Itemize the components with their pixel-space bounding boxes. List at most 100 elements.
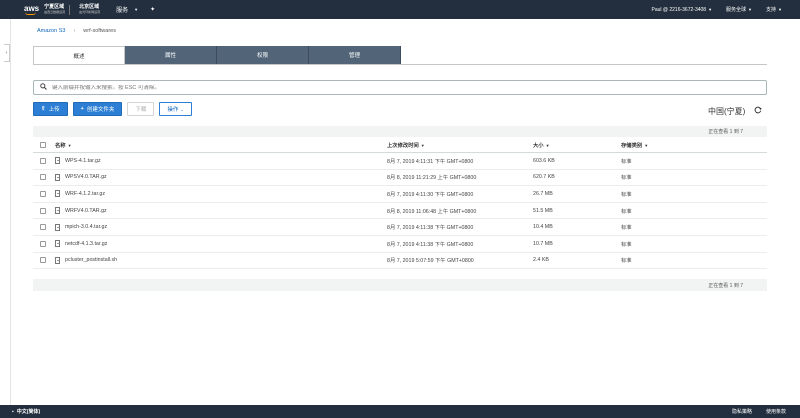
column-header-modified[interactable]: 上次修改时间 ▼ <box>387 138 425 152</box>
pagination-info-top: 正在查看 1 到 7 <box>33 126 767 137</box>
chevron-down-icon: ▼ <box>134 7 139 12</box>
privacy-link[interactable]: 隐私策略 <box>732 408 752 415</box>
services-menu[interactable]: 服务 ▼ <box>116 5 138 14</box>
table-row[interactable]: WRFV4.0.TAR.gz 8月 8, 2019 11:06:48 上午 GM… <box>33 203 767 220</box>
chevron-down-icon: ▼ <box>708 6 713 12</box>
storage-class-cell: 标准 <box>621 191 632 198</box>
pagination-info-bottom: 正在查看 1 到 7 <box>33 279 767 291</box>
storage-class-cell: 标准 <box>621 175 632 182</box>
tab-properties[interactable]: 属性 <box>125 46 217 64</box>
sidebar-expand-button[interactable]: › <box>4 44 10 62</box>
modified-cell: 8月 7, 2019 5:07:59 下午 GMT+0800 <box>387 258 474 265</box>
region-block-ningxia: 宁夏区域 由西云数据运营 <box>44 3 66 14</box>
table-row[interactable]: mpich-3.0.4.tar.gz 8月 7, 2019 4:11:38 下午… <box>33 219 767 236</box>
file-icon <box>55 240 60 248</box>
create-folder-button[interactable]: + 创建文件夹 <box>72 102 123 116</box>
select-all-checkbox[interactable] <box>40 142 46 148</box>
row-checkbox[interactable] <box>40 174 46 181</box>
file-icon <box>55 190 60 198</box>
sort-icon: ▼ <box>420 142 425 148</box>
breadcrumb-current: wrf-softwares <box>83 28 116 34</box>
breadcrumb-separator: › <box>73 28 76 34</box>
file-name-link[interactable]: netcdf-4.1.3.tar.gz <box>65 241 107 247</box>
modified-cell: 8月 7, 2019 4:11:31 下午 GMT+0800 <box>387 158 474 165</box>
file-name-link[interactable]: WPS-4.1.tar.gz <box>65 158 101 164</box>
storage-class-cell: 标准 <box>621 158 632 165</box>
upload-button[interactable]: ⇧ 上传 <box>33 102 68 116</box>
row-checkbox[interactable] <box>40 190 46 197</box>
support-menu[interactable]: 支持 ▼ <box>766 6 782 13</box>
left-panel-border <box>10 19 11 405</box>
storage-class-cell: 标准 <box>621 241 632 248</box>
modified-cell: 8月 7, 2019 4:11:30 下午 GMT+0800 <box>387 191 474 198</box>
table-row[interactable]: pcluster_postinstall.sh 8月 7, 2019 5:07:… <box>33 253 767 270</box>
tab-overview[interactable]: 概述 <box>33 46 125 64</box>
region-menu[interactable]: 服务全球 ▼ <box>726 6 752 13</box>
upload-icon: ⇧ <box>41 106 46 112</box>
file-icon <box>55 223 60 231</box>
size-cell: 26.7 MB <box>533 190 553 197</box>
download-button[interactable]: 下载 <box>127 102 155 116</box>
size-cell: 620.7 KB <box>533 174 555 181</box>
column-header-storage-class[interactable]: 存储类别 ▼ <box>621 138 648 152</box>
storage-class-cell: 标准 <box>621 258 632 265</box>
row-checkbox[interactable] <box>40 257 46 264</box>
sort-icon: ▼ <box>644 142 649 148</box>
size-cell: 10.7 MB <box>533 240 553 247</box>
objects-table: 名称 ▼ 上次修改时间 ▼ 大小 ▼ 存储类别 ▼ WPS-4.1.tar.gz 8月 … <box>33 138 767 270</box>
size-cell: 51.5 MB <box>533 207 553 214</box>
row-checkbox[interactable] <box>40 207 46 214</box>
chevron-down-icon: ▼ <box>778 7 782 12</box>
account-menu[interactable]: Paul @ 2216-3672-3408 ▼ <box>652 7 713 13</box>
footer-bar: ▪ 中文(简体) 隐私策略 使用条款 <box>0 405 800 418</box>
table-row[interactable]: WRF-4.1.2.tar.gz 8月 7, 2019 4:11:30 下午 G… <box>33 186 767 203</box>
terms-link[interactable]: 使用条款 <box>766 408 786 415</box>
tab-management[interactable]: 管理 <box>309 46 401 64</box>
file-icon <box>55 173 60 181</box>
search-input[interactable] <box>52 84 652 91</box>
table-row[interactable]: WPSV4.0.TAR.gz 8月 8, 2019 11:21:29 上午 GM… <box>33 170 767 187</box>
breadcrumb-root-link[interactable]: Amazon S3 <box>37 28 65 34</box>
divider <box>69 4 71 15</box>
file-name-link[interactable]: pcluster_postinstall.sh <box>65 257 117 263</box>
search-icon <box>40 83 48 92</box>
actions-dropdown[interactable]: 操作 ⌄ <box>159 102 192 116</box>
pin-icon[interactable]: ✦ <box>150 6 155 13</box>
row-checkbox[interactable] <box>40 157 46 164</box>
tabs-divider <box>33 64 767 65</box>
modified-cell: 8月 7, 2019 4:11:38 下午 GMT+0800 <box>387 241 474 248</box>
table-row[interactable]: netcdf-4.1.3.tar.gz 8月 7, 2019 4:11:38 下… <box>33 236 767 253</box>
modified-cell: 8月 7, 2019 4:11:38 下午 GMT+0800 <box>387 225 474 232</box>
language-selector[interactable]: ▪ 中文(简体) <box>12 408 40 416</box>
file-icon <box>55 157 60 165</box>
tab-permissions[interactable]: 权限 <box>217 46 309 64</box>
modified-cell: 8月 8, 2019 11:21:29 上午 GMT+0800 <box>387 175 477 182</box>
row-checkbox[interactable] <box>40 240 46 247</box>
chevron-right-icon: › <box>5 50 8 56</box>
size-cell: 10.4 MB <box>533 224 553 231</box>
chat-icon: ▪ <box>12 408 14 415</box>
column-header-size[interactable]: 大小 ▼ <box>533 138 550 152</box>
aws-logo[interactable]: aws 宁夏区域 由西云数据运营 北京区域 由光环新网运营 <box>24 3 100 15</box>
row-checkbox[interactable] <box>40 224 46 231</box>
top-nav-bar: aws 宁夏区域 由西云数据运营 北京区域 由光环新网运营 服务 ▼ ✦ Pau… <box>0 0 800 19</box>
toolbar: ⇧ 上传 + 创建文件夹 下载 操作 ⌄ <box>33 102 192 116</box>
file-name-link[interactable]: mpich-3.0.4.tar.gz <box>65 224 107 230</box>
modified-cell: 8月 8, 2019 11:06:48 上午 GMT+0800 <box>387 208 477 215</box>
storage-class-cell: 标准 <box>621 208 632 215</box>
file-name-link[interactable]: WRF-4.1.2.tar.gz <box>65 191 105 197</box>
file-name-link[interactable]: WRFV4.0.TAR.gz <box>65 208 107 214</box>
breadcrumb: Amazon S3 › wrf-softwares <box>37 28 116 34</box>
sort-icon: ▼ <box>67 142 72 148</box>
bucket-tabs: 概述 属性 权限 管理 <box>33 46 401 64</box>
refresh-icon[interactable] <box>754 106 762 116</box>
file-icon <box>55 256 60 264</box>
table-row[interactable]: WPS-4.1.tar.gz 8月 7, 2019 4:11:31 下午 GMT… <box>33 153 767 170</box>
file-name-link[interactable]: WPSV4.0.TAR.gz <box>65 174 107 180</box>
column-header-name[interactable]: 名称 ▼ <box>55 138 72 152</box>
chevron-down-icon: ▼ <box>748 7 753 12</box>
plus-icon: + <box>80 106 84 112</box>
storage-class-cell: 标准 <box>621 225 632 232</box>
table-header: 名称 ▼ 上次修改时间 ▼ 大小 ▼ 存储类别 ▼ <box>33 138 767 153</box>
size-cell: 603.6 KB <box>533 157 555 164</box>
